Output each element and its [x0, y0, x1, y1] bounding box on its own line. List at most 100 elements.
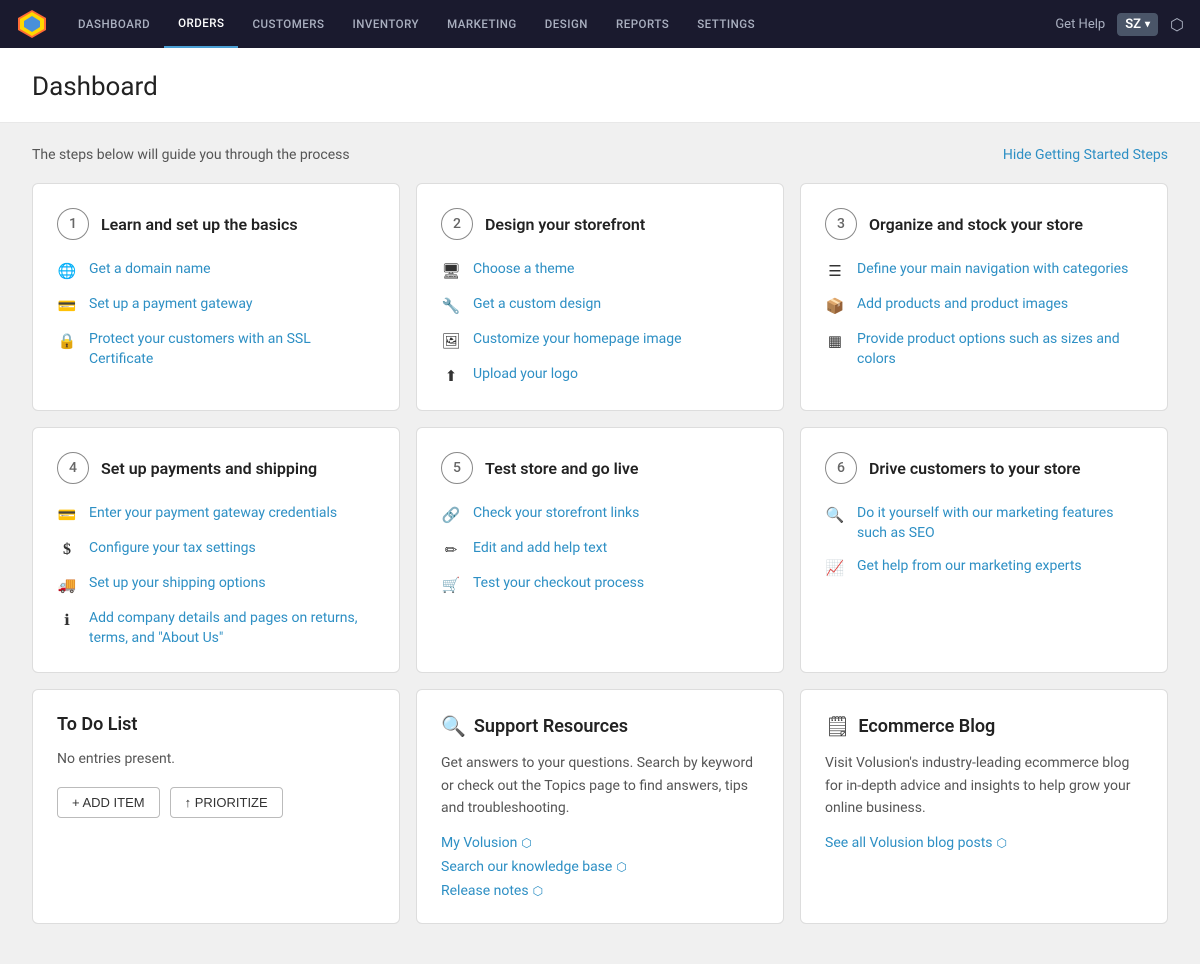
step-1-number: 1 [57, 208, 89, 240]
globe-icon: 🌐 [57, 261, 77, 281]
theme-link[interactable]: Choose a theme [473, 260, 574, 280]
step-3-links: ☰ Define your main navigation with categ… [825, 260, 1143, 369]
content-header: The steps below will guide you through t… [32, 147, 1168, 163]
step-3-header: 3 Organize and stock your store [825, 208, 1143, 240]
nav-orders[interactable]: ORDERS [164, 0, 238, 48]
card-icon: 💳 [57, 296, 77, 316]
product-options-link[interactable]: Provide product options such as sizes an… [857, 330, 1143, 369]
shipping-link[interactable]: Set up your shipping options [89, 574, 266, 594]
page-title: Dashboard [32, 72, 1168, 102]
theme-icon: 🖥 [441, 261, 461, 281]
external-icon-4: ⬡ [997, 836, 1007, 850]
marketing-experts-icon: 📈 [825, 558, 845, 578]
user-menu[interactable]: SZ ▾ [1117, 13, 1158, 36]
main-nav: DASHBOARD ORDERS CUSTOMERS INVENTORY MAR… [0, 0, 1200, 48]
step-2-link-2: 🔧 Get a custom design [441, 295, 759, 316]
help-text-link[interactable]: Edit and add help text [473, 539, 607, 559]
step-1-card: 1 Learn and set up the basics 🌐 Get a do… [32, 183, 400, 411]
nav-items: DASHBOARD ORDERS CUSTOMERS INVENTORY MAR… [64, 0, 1055, 48]
todo-title: To Do List [57, 714, 375, 735]
step-1-link-2: 💳 Set up a payment gateway [57, 295, 375, 316]
steps-row-2: 4 Set up payments and shipping 💳 Enter y… [32, 427, 1168, 673]
tax-settings-link[interactable]: Configure your tax settings [89, 539, 256, 559]
pencil-icon: ✏ [441, 540, 461, 560]
step-1-link-3: 🔒 Protect your customers with an SSL Cer… [57, 330, 375, 369]
nav-marketing[interactable]: MARKETING [433, 0, 531, 48]
step-2-title: Design your storefront [485, 215, 645, 234]
step-4-link-4: ℹ Add company details and pages on retur… [57, 609, 375, 648]
support-links: My Volusion ⬡ Search our knowledge base … [441, 835, 759, 899]
checkout-link[interactable]: Test your checkout process [473, 574, 644, 594]
nav-reports[interactable]: REPORTS [602, 0, 683, 48]
step-2-number: 2 [441, 208, 473, 240]
step-6-title: Drive customers to your store [869, 459, 1080, 478]
step-2-card: 2 Design your storefront 🖥 Choose a them… [416, 183, 784, 411]
step-4-number: 4 [57, 452, 89, 484]
storefront-links-link[interactable]: Check your storefront links [473, 504, 639, 524]
nav-design[interactable]: DESIGN [531, 0, 602, 48]
nav-customers[interactable]: CUSTOMERS [238, 0, 338, 48]
info-icon: ℹ [57, 610, 77, 630]
step-3-link-2: 📦 Add products and product images [825, 295, 1143, 316]
ssl-link[interactable]: Protect your customers with an SSL Certi… [89, 330, 375, 369]
step-1-links: 🌐 Get a domain name 💳 Set up a payment g… [57, 260, 375, 369]
support-icon: 🔍 [441, 714, 466, 738]
product-icon: 📦 [825, 296, 845, 316]
homepage-image-link[interactable]: Customize your homepage image [473, 330, 682, 350]
payment-gateway-link[interactable]: Set up a payment gateway [89, 295, 253, 315]
external-icon-2: ⬡ [616, 860, 626, 874]
upload-icon: ⬆ [441, 366, 461, 386]
steps-row-1: 1 Learn and set up the basics 🌐 Get a do… [32, 183, 1168, 411]
knowledge-base-link[interactable]: Search our knowledge base ⬡ [441, 859, 759, 875]
blog-posts-link[interactable]: See all Volusion blog posts ⬡ [825, 835, 1143, 851]
prioritize-button[interactable]: ↑ PRIORITIZE [170, 787, 283, 818]
step-3-link-3: ▦ Provide product options such as sizes … [825, 330, 1143, 369]
nav-dashboard[interactable]: DASHBOARD [64, 0, 164, 48]
step-5-links: 🔗 Check your storefront links ✏ Edit and… [441, 504, 759, 595]
step-4-links: 💳 Enter your payment gateway credentials… [57, 504, 375, 648]
logo[interactable] [16, 8, 48, 40]
step-6-header: 6 Drive customers to your store [825, 452, 1143, 484]
payment-creds-icon: 💳 [57, 505, 77, 525]
get-help-link[interactable]: Get Help [1055, 17, 1105, 32]
my-volusion-link[interactable]: My Volusion ⬡ [441, 835, 759, 851]
nav-right: Get Help SZ ▾ ⬡ [1055, 13, 1184, 36]
step-5-title: Test store and go live [485, 459, 638, 478]
content-area: The steps below will guide you through t… [0, 123, 1200, 964]
hide-steps-link[interactable]: Hide Getting Started Steps [1003, 147, 1168, 163]
step-2-link-3: 🖼 Customize your homepage image [441, 330, 759, 351]
blog-body: Visit Volusion's industry-leading ecomme… [825, 752, 1143, 819]
nav-settings[interactable]: SETTINGS [683, 0, 769, 48]
step-6-link-2: 📈 Get help from our marketing experts [825, 557, 1143, 578]
custom-design-link[interactable]: Get a custom design [473, 295, 601, 315]
products-link[interactable]: Add products and product images [857, 295, 1068, 315]
release-notes-link[interactable]: Release notes ⬡ [441, 883, 759, 899]
step-2-header: 2 Design your storefront [441, 208, 759, 240]
bottom-row: To Do List No entries present. + ADD ITE… [32, 689, 1168, 924]
step-6-link-1: 🔍 Do it yourself with our marketing feat… [825, 504, 1143, 543]
marketing-experts-link[interactable]: Get help from our marketing experts [857, 557, 1082, 577]
step-3-card: 3 Organize and stock your store ☰ Define… [800, 183, 1168, 411]
link-icon: 🔗 [441, 505, 461, 525]
menu-icon: ☰ [825, 261, 845, 281]
main-content: Dashboard The steps below will guide you… [0, 48, 1200, 964]
step-4-title: Set up payments and shipping [101, 459, 317, 478]
cart-icon: 🛒 [441, 575, 461, 595]
logo-link[interactable]: Upload your logo [473, 365, 578, 385]
company-details-link[interactable]: Add company details and pages on returns… [89, 609, 375, 648]
step-2-links: 🖥 Choose a theme 🔧 Get a custom design 🖼… [441, 260, 759, 386]
step-6-card: 6 Drive customers to your store 🔍 Do it … [800, 427, 1168, 673]
blog-card: 🗒 Ecommerce Blog Visit Volusion's indust… [800, 689, 1168, 924]
domain-link[interactable]: Get a domain name [89, 260, 211, 280]
payment-creds-link[interactable]: Enter your payment gateway credentials [89, 504, 337, 524]
step-4-link-1: 💳 Enter your payment gateway credentials [57, 504, 375, 525]
user-initials: SZ [1125, 17, 1141, 32]
external-link-icon[interactable]: ⬡ [1170, 15, 1184, 34]
blog-header: 🗒 Ecommerce Blog [825, 714, 1143, 738]
seo-link[interactable]: Do it yourself with our marketing featur… [857, 504, 1143, 543]
tax-icon: $ [57, 540, 77, 560]
nav-inventory[interactable]: INVENTORY [338, 0, 433, 48]
step-5-card: 5 Test store and go live 🔗 Check your st… [416, 427, 784, 673]
navigation-link[interactable]: Define your main navigation with categor… [857, 260, 1128, 280]
add-item-button[interactable]: + ADD ITEM [57, 787, 160, 818]
